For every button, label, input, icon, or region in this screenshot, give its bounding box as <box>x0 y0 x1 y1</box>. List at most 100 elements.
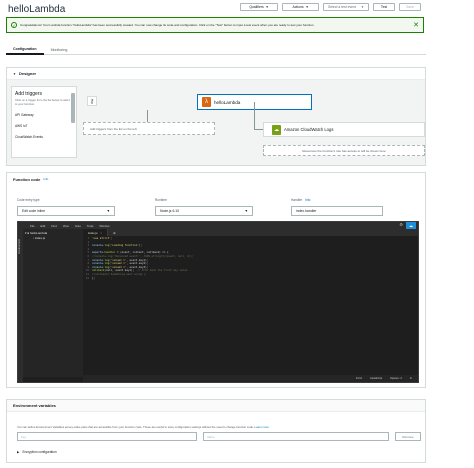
menu-edit[interactable]: Edit <box>41 224 46 228</box>
add-triggers-title: Add triggers <box>15 91 42 97</box>
env-vars-description: You can define Environment Variables as … <box>17 425 269 429</box>
environment-label: Environment <box>18 239 21 254</box>
actions-dropdown[interactable]: Actions ▼ <box>282 3 319 11</box>
code-entry-value: Edit code inline <box>22 209 45 213</box>
gear-icon[interactable]: ⚙ <box>410 377 412 380</box>
designer-title: Designer <box>18 71 37 76</box>
cloud-icon[interactable]: ☁ <box>406 222 416 229</box>
test-event-select[interactable]: Select a test event ▼ <box>323 3 369 11</box>
function-code-title: Function code <box>13 176 41 182</box>
chevron-down-icon: ▼ <box>265 5 269 9</box>
add-tab-icon[interactable]: ⊕ <box>108 229 120 236</box>
key-icon: ⚷ <box>87 96 97 106</box>
cloudwatch-label: Amazon CloudWatch Logs <box>284 127 334 132</box>
env-key-input[interactable]: Key <box>17 432 197 441</box>
caret-right-icon: ▶ <box>17 450 20 454</box>
menu-goto[interactable]: Goto <box>75 224 81 228</box>
function-code-panel: Function code Info Code entry type Edit … <box>6 172 426 388</box>
file-tree: ▾ ■ helloLambda ▫ index.js <box>23 229 83 377</box>
file-node[interactable]: ▫ index.js <box>25 236 81 241</box>
designer-header[interactable]: ▼ Designer <box>7 68 425 80</box>
check-circle-icon: ✓ <box>11 22 17 28</box>
connector-line <box>254 129 263 130</box>
cloudwatch-icon: ☁ <box>272 124 281 135</box>
header-actions: Qualifiers ▼ Actions ▼ Select a test eve… <box>240 3 421 11</box>
caret-down-icon: ▼ <box>13 71 16 76</box>
menu-file[interactable]: File <box>30 224 35 228</box>
menu-window[interactable]: Window <box>99 224 109 228</box>
actions-label: Actions <box>292 5 304 9</box>
runtime-label: Runtime <box>155 198 167 202</box>
code-entry-select[interactable]: Edit code inline ▼ <box>17 206 115 216</box>
chevron-down-icon: ▼ <box>305 5 309 9</box>
runtime-value: Node.js 6.10 <box>160 209 180 213</box>
trigger-item-cloudwatch-events[interactable]: CloudWatch Events <box>12 135 76 139</box>
add-trigger-placeholder: Add triggers from the list on the left <box>83 122 215 135</box>
code-editor: File Edit Find View Goto Tools Window ⚙ … <box>17 221 419 383</box>
editor-status-bar: 14:11 JavaScript Spaces: 4 ⚙ <box>83 375 418 382</box>
chevron-down-icon: ▼ <box>106 209 110 213</box>
menu-find[interactable]: Find <box>51 224 56 228</box>
qualifiers-dropdown[interactable]: Qualifiers ▼ <box>240 3 278 11</box>
test-button[interactable]: Test <box>373 3 395 11</box>
function-node-label: helloLambda <box>214 99 241 105</box>
cloudwatch-resource[interactable]: ☁ Amazon CloudWatch Logs <box>263 122 425 137</box>
remove-button[interactable]: Remove <box>395 432 421 441</box>
lambda-icon: λ <box>202 97 211 107</box>
cursor-position: 14:11 <box>355 377 363 380</box>
info-link[interactable]: Info <box>43 177 48 181</box>
indent-setting[interactable]: Spaces: 4 <box>390 377 402 380</box>
close-icon[interactable]: × <box>100 231 102 235</box>
env-vars-title: Environment variables <box>13 403 56 408</box>
editor-tab-label: index.js <box>88 230 98 235</box>
folder-label: helloLambda <box>30 231 48 235</box>
designer-panel: ▼ Designer Add triggers Click on a trigg… <box>6 67 426 166</box>
menu-tools[interactable]: Tools <box>87 224 94 228</box>
resource-hint: Resources the function's role has access… <box>263 145 425 156</box>
scrollbar[interactable] <box>71 93 75 123</box>
close-icon[interactable]: ✕ <box>413 21 419 29</box>
add-triggers-hint: Click on a trigger from the list below t… <box>15 98 71 106</box>
code-entry-label: Code entry type <box>17 198 40 202</box>
gear-icon[interactable]: ⚙ <box>399 222 403 227</box>
save-button[interactable]: Save <box>399 3 421 11</box>
env-vars-panel: Environment variables You can define Env… <box>6 399 426 463</box>
connector-line <box>254 102 255 129</box>
success-message: Congratulations! Your Lambda function "h… <box>20 23 315 27</box>
encryption-label: Encryption configuration <box>22 450 57 454</box>
page-title: helloLambda <box>8 4 66 15</box>
handler-label-text: Handler <box>291 198 303 202</box>
tab-monitoring[interactable]: Monitoring <box>44 44 75 55</box>
chevron-down-icon: ▼ <box>361 5 364 9</box>
editor-tabs: index.js × ⊕ <box>83 229 418 236</box>
file-icon: ▫ <box>33 236 35 240</box>
handler-value: index.handler <box>296 209 317 213</box>
editor-tab-index[interactable]: index.js × <box>83 229 109 236</box>
trigger-item-aws-iot[interactable]: AWS IoT <box>12 124 76 128</box>
handler-label: Handler Info <box>291 198 310 202</box>
connector-line <box>147 110 148 122</box>
tab-configuration[interactable]: Configuration <box>6 44 44 55</box>
encryption-config-toggle[interactable]: ▶ Encryption configuration <box>17 450 57 454</box>
function-code-header: Function code Info <box>7 173 425 185</box>
handler-info-link[interactable]: Info <box>305 198 310 202</box>
runtime-select[interactable]: Node.js 6.10 ▼ <box>155 206 253 216</box>
learn-more-link[interactable]: Learn more <box>255 425 269 429</box>
test-event-placeholder: Select a test event <box>328 5 356 9</box>
language-mode[interactable]: JavaScript <box>370 377 382 380</box>
env-value-input[interactable]: Value <box>203 432 389 441</box>
success-banner: ✓ Congratulations! Your Lambda function … <box>6 17 424 33</box>
tab-bar: Configuration Monitoring <box>6 44 426 55</box>
chevron-down-icon: ▼ <box>244 209 248 213</box>
env-vars-header: Environment variables <box>7 400 425 412</box>
triggers-list: Add triggers Click on a trigger from the… <box>11 86 77 158</box>
handler-input[interactable]: index.handler <box>291 206 383 216</box>
qualifiers-label: Qualifiers <box>249 5 264 9</box>
code-line: 12}; <box>85 276 96 280</box>
env-vars-description-text: You can define Environment Variables as … <box>17 425 254 429</box>
code-area[interactable]: 1'use strict'; 2 3 console. log('Loading f… <box>83 236 418 375</box>
trigger-item-api-gateway[interactable]: API Gateway <box>12 113 76 117</box>
ide-menu-bar: File Edit Find View Goto Tools Window ⚙ … <box>18 222 418 229</box>
menu-view[interactable]: View <box>63 224 69 228</box>
folder-icon: ■ <box>27 231 30 235</box>
